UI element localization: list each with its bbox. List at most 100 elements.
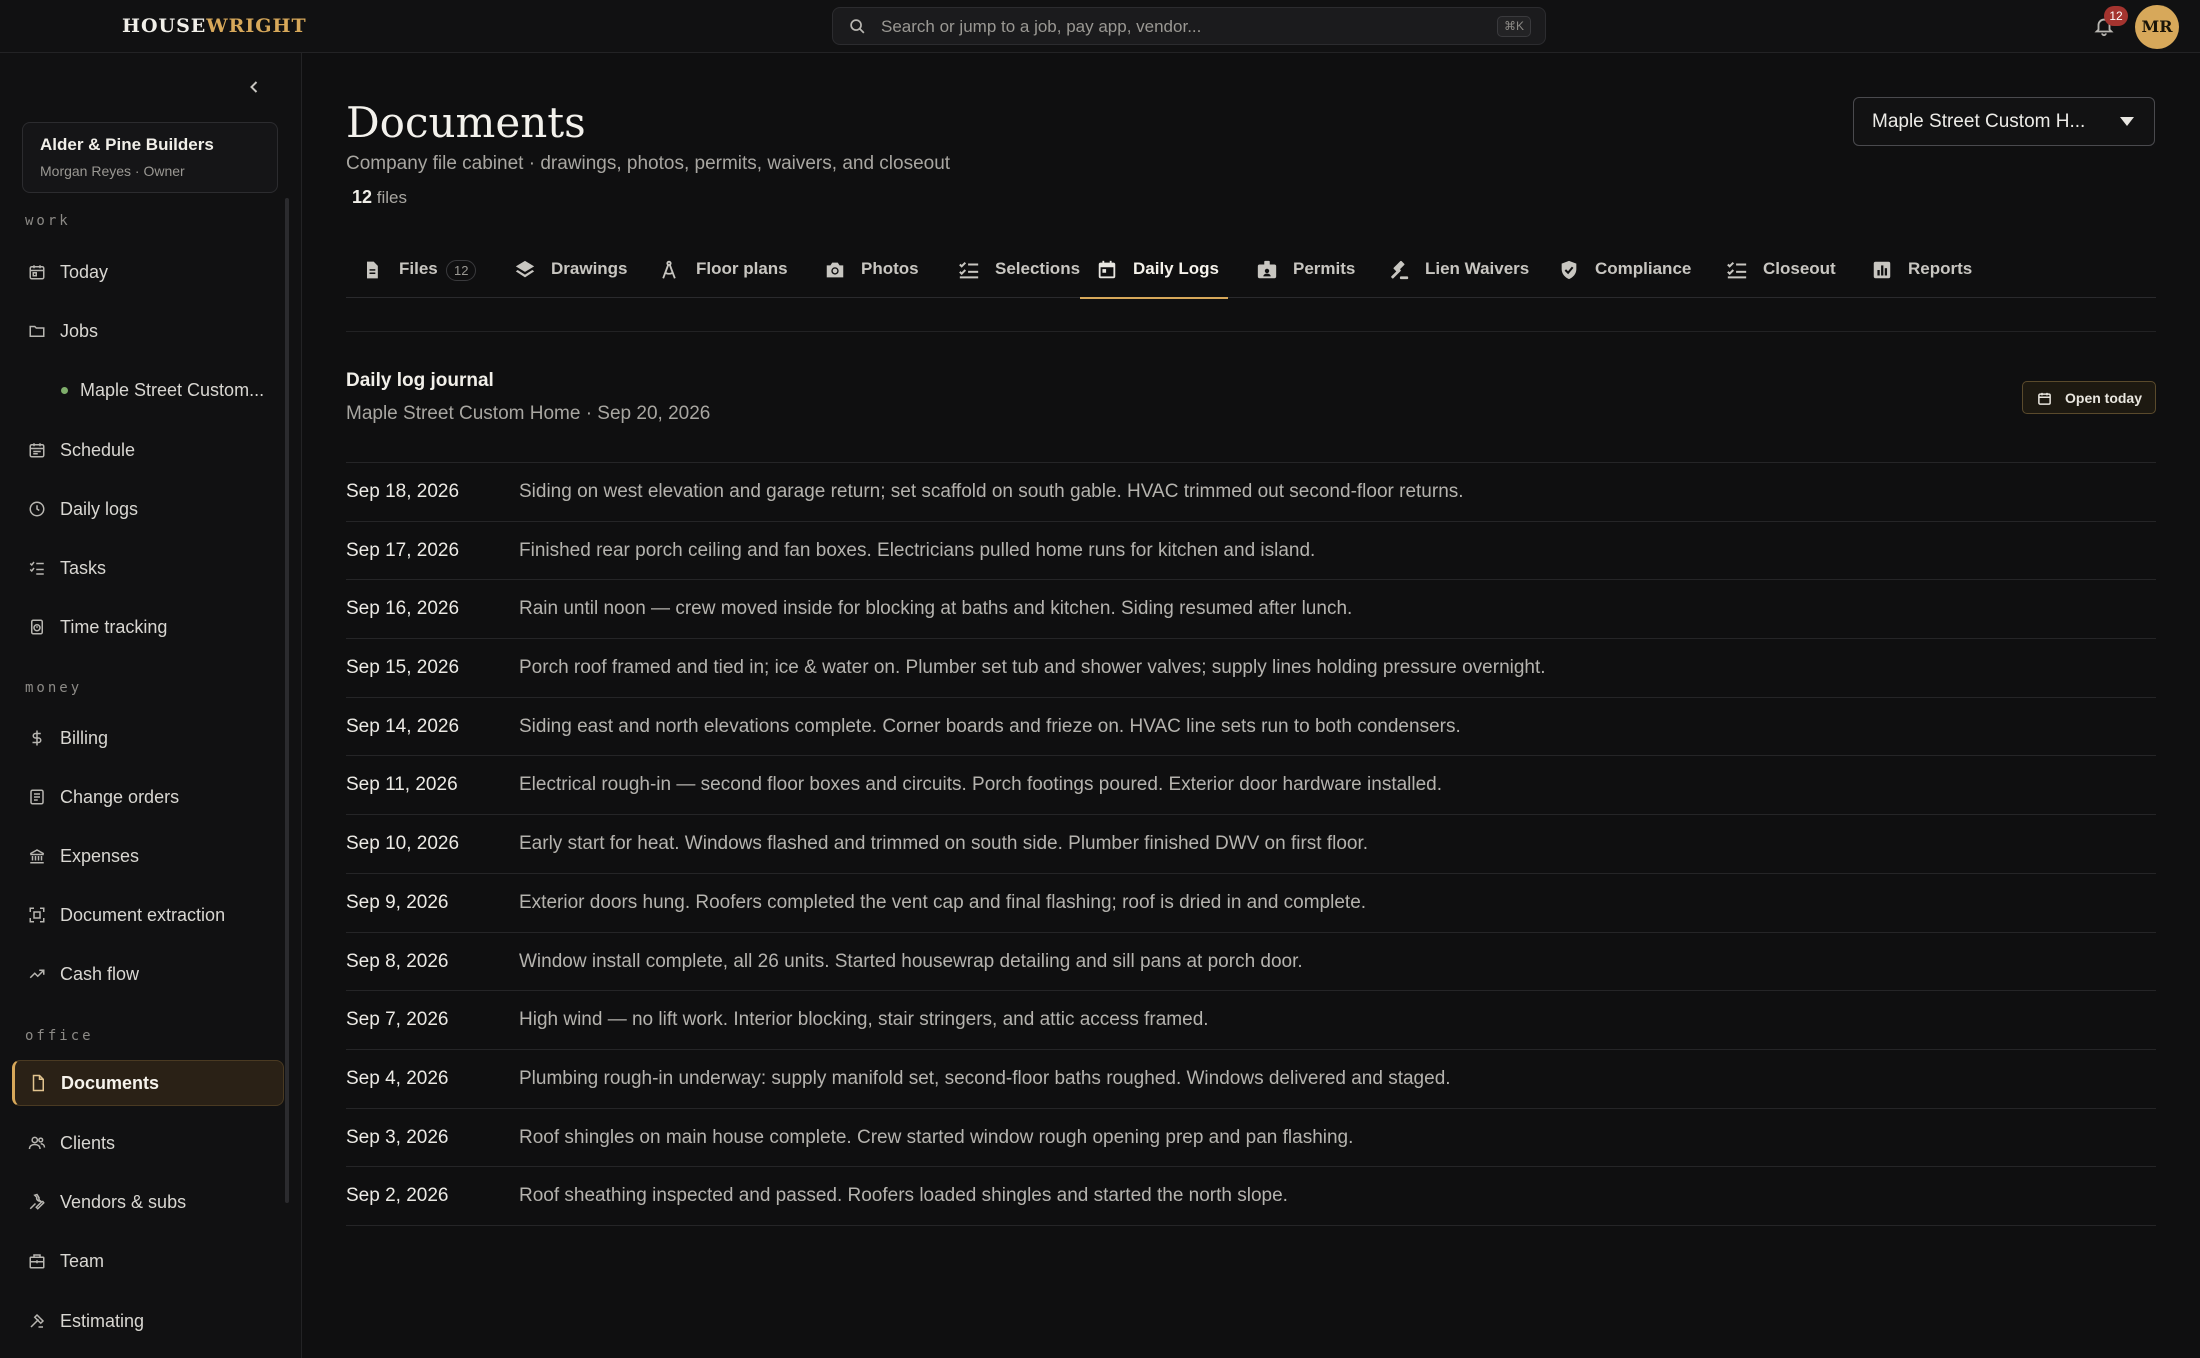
sidebar-item-label: Jobs	[60, 321, 99, 341]
shield-icon	[1558, 259, 1580, 281]
logo[interactable]: HOUSEWRIGHT	[122, 15, 307, 37]
tab-closeout[interactable]: Closeout	[1710, 244, 1850, 298]
tab-floor-plans[interactable]: Floor plans	[643, 244, 791, 298]
tab-label: Reports	[1908, 259, 1973, 278]
list-item[interactable]: Sep 8, 2026 Window install complete, all …	[346, 933, 2156, 992]
sidebar-item-today[interactable]: Today	[12, 249, 284, 295]
dollar-icon	[28, 729, 46, 747]
tab-label: Photos	[861, 259, 919, 278]
log-text: Plumbing rough-in underway: supply manif…	[519, 1067, 1451, 1089]
daily-log-list: Sep 18, 2026 Siding on west elevation and…	[346, 462, 2156, 1226]
users-icon	[28, 1134, 46, 1152]
org-user: Morgan Reyes · Owner	[40, 163, 185, 179]
gavel-icon	[1388, 259, 1410, 281]
sidebar-item-estimating[interactable]: Estimating	[12, 1298, 284, 1344]
log-date: Sep 8, 2026	[346, 950, 449, 972]
list-item[interactable]: Sep 2, 2026 Roof sheathing inspected and …	[346, 1167, 2156, 1226]
search-box[interactable]: Search or jump to a job, pay app, vendor…	[832, 7, 1546, 45]
list-item[interactable]: Sep 4, 2026 Plumbing rough-in underway: s…	[346, 1050, 2156, 1109]
list-item[interactable]: Sep 14, 2026 Siding east and north elevat…	[346, 698, 2156, 757]
tab-label: Compliance	[1595, 259, 1692, 278]
org-switcher[interactable]: Alder & Pine Builders Morgan Reyes · Own…	[22, 122, 278, 193]
tab-selections[interactable]: Selections	[942, 244, 1094, 298]
tab-label: Drawings	[551, 259, 628, 278]
job-selector[interactable]: Maple Street Custom H...	[1853, 97, 2155, 146]
tab-label: Permits	[1293, 259, 1356, 278]
sidebar-item-jobs[interactable]: Jobs	[12, 308, 284, 354]
tab-drawings[interactable]: Drawings	[498, 244, 628, 298]
list-item[interactable]: Sep 16, 2026 Rain until noon — crew moved…	[346, 580, 2156, 640]
list-item[interactable]: Sep 7, 2026 High wind — no lift work. Int…	[346, 991, 2156, 1050]
section-label-money: money	[25, 680, 83, 696]
log-text: Electrical rough-in — second floor boxes…	[519, 774, 1443, 796]
tab-label: Floor plans	[696, 259, 788, 278]
clipboard-icon	[28, 788, 46, 806]
list-item[interactable]: Sep 11, 2026 Electrical rough-in — second…	[346, 756, 2156, 816]
tab-lien-waivers[interactable]: Lien Waivers	[1372, 244, 1540, 298]
sidebar-item-time-tracking[interactable]: Time tracking	[12, 604, 284, 650]
search-icon	[849, 18, 866, 35]
sidebar-item-schedule[interactable]: Schedule	[12, 427, 284, 473]
sidebar-item-label: Cash flow	[60, 964, 140, 984]
tab-reports[interactable]: Reports	[1855, 244, 1985, 298]
job-selector-value: Maple Street Custom H...	[1872, 111, 2086, 132]
list-item[interactable]: Sep 15, 2026 Porch roof framed and tied i…	[346, 639, 2156, 698]
sidebar-scrollbar[interactable]	[285, 198, 289, 1203]
sidebar-item-document-extraction[interactable]: Document extraction	[12, 892, 284, 938]
log-text: Finished rear porch ceiling and fan boxe…	[519, 539, 1316, 561]
sidebar-item-billing[interactable]: Billing	[12, 715, 284, 761]
tab-compliance[interactable]: Compliance	[1542, 244, 1708, 298]
avatar[interactable]: MR	[2135, 5, 2179, 49]
sidebar-item-change-orders[interactable]: Change orders	[12, 774, 284, 820]
sidebar-item-documents[interactable]: Documents	[12, 1060, 284, 1106]
sidebar-item-label: Tasks	[60, 558, 107, 578]
tab-daily-logs[interactable]: Daily Logs	[1080, 244, 1228, 299]
sidebar-item-daily-logs[interactable]: Daily logs	[12, 486, 284, 532]
calendar-icon	[2037, 391, 2052, 406]
log-date: Sep 11, 2026	[346, 774, 458, 796]
sidebar-item-clients[interactable]: Clients	[12, 1120, 284, 1166]
sidebar-item-job-maple-street[interactable]: Maple Street Custom...	[12, 367, 284, 413]
sidebar-item-expenses[interactable]: Expenses	[12, 833, 284, 879]
status-dot	[61, 387, 68, 394]
tab-label: Lien Waivers	[1425, 259, 1530, 278]
log-text: Porch roof framed and tied in; ice & wat…	[519, 657, 1546, 679]
log-date: Sep 15, 2026	[346, 657, 460, 679]
collapse-sidebar-button[interactable]	[244, 77, 264, 97]
log-date: Sep 2, 2026	[346, 1185, 449, 1207]
log-date: Sep 14, 2026	[346, 715, 460, 737]
sidebar-item-tasks[interactable]: Tasks	[12, 545, 284, 591]
journal-title: Daily log journal	[346, 370, 494, 391]
tab-photos[interactable]: Photos	[808, 244, 936, 298]
tools-icon	[28, 1312, 46, 1330]
list-item[interactable]: Sep 18, 2026 Siding on west elevation and…	[346, 463, 2156, 522]
tab-count-badge: 12	[446, 260, 477, 281]
sidebar-item-team[interactable]: Team	[12, 1238, 284, 1284]
sidebar-item-label: Maple Street Custom...	[80, 380, 265, 400]
list-item[interactable]: Sep 17, 2026 Finished rear porch ceiling …	[346, 522, 2156, 581]
sidebar-item-label: Document extraction	[60, 905, 226, 925]
file-count-number: 12	[352, 187, 373, 207]
open-today-button[interactable]: Open today	[2022, 381, 2156, 414]
search-input[interactable]: Search or jump to a job, pay app, vendor…	[881, 17, 1201, 37]
log-text: Roof shingles on main house complete. Cr…	[519, 1126, 1354, 1148]
open-today-label: Open today	[2065, 390, 2143, 406]
calendar-grid-icon	[28, 441, 46, 459]
timer-icon	[28, 618, 46, 636]
sidebar-item-label: Team	[60, 1251, 105, 1271]
list-item[interactable]: Sep 3, 2026 Roof shingles on main house c…	[346, 1109, 2156, 1168]
log-text: Early start for heat. Windows flashed an…	[519, 833, 1369, 855]
sidebar-item-vendors[interactable]: Vendors & subs	[12, 1179, 284, 1225]
log-date: Sep 16, 2026	[346, 598, 460, 620]
tab-files[interactable]: Files 12	[346, 244, 484, 298]
tab-label: Selections	[995, 259, 1081, 278]
file-count: 12 files	[352, 187, 407, 208]
list-item[interactable]: Sep 10, 2026 Early start for heat. Window…	[346, 815, 2156, 874]
tab-permits[interactable]: Permits	[1240, 244, 1362, 298]
document-icon	[29, 1074, 47, 1092]
scan-icon	[28, 906, 46, 924]
chevron-down-icon	[2120, 117, 2134, 126]
list-item[interactable]: Sep 9, 2026 Exterior doors hung. Roofers …	[346, 874, 2156, 933]
log-date: Sep 10, 2026	[346, 833, 460, 855]
sidebar-item-cash-flow[interactable]: Cash flow	[12, 951, 284, 997]
